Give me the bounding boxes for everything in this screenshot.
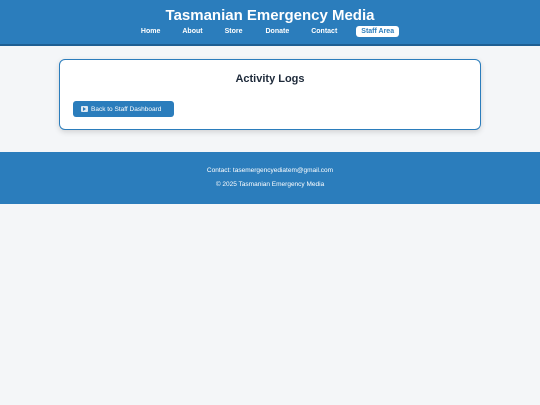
nav-donate[interactable]: Donate [265,26,289,37]
site-header: Tasmanian Emergency Media Home About Sto… [0,0,540,46]
nav-home[interactable]: Home [141,26,160,37]
nav-contact[interactable]: Contact [311,26,337,37]
back-arrow-icon [81,106,88,112]
back-to-dashboard-button[interactable]: Back to Staff Dashboard [73,101,174,117]
main-nav: Home About Store Donate Contact Staff Ar… [0,26,540,37]
nav-store[interactable]: Store [225,26,243,37]
site-title: Tasmanian Emergency Media [165,7,375,24]
back-button-label: Back to Staff Dashboard [91,105,162,113]
footer-contact: Contact: tasemergencyediatem@gmail.com [206,167,334,174]
page-title: Activity Logs [235,73,305,85]
nav-about[interactable]: About [182,26,202,37]
nav-staff-area[interactable]: Staff Area [356,26,400,37]
activity-logs-card: Activity Logs Back to Staff Dashboard [59,59,481,130]
footer-copyright: © 2025 Tasmanian Emergency Media [215,181,325,188]
site-footer: Contact: tasemergencyediatem@gmail.com ©… [0,152,540,204]
